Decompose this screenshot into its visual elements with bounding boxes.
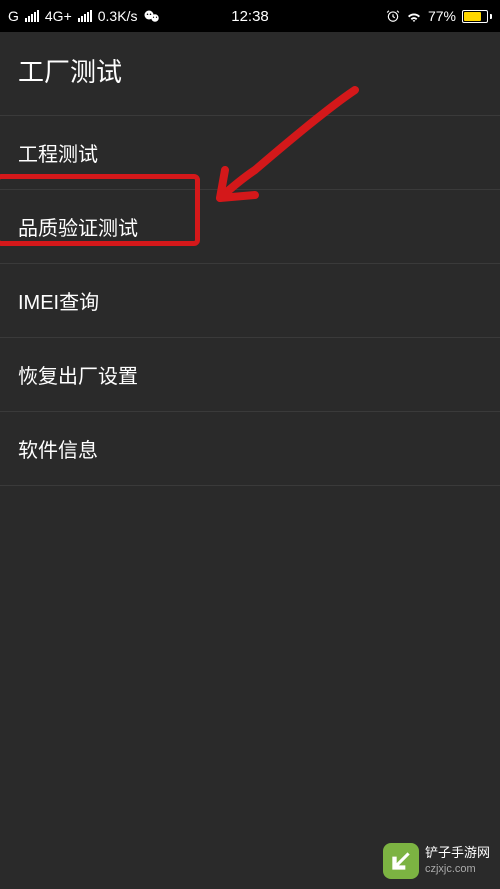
battery-icon: [462, 10, 492, 23]
wifi-icon: [406, 10, 422, 22]
alarm-icon: [386, 9, 400, 23]
menu-item-label: 工程测试: [18, 144, 98, 166]
status-left: G 4G+ 0.3K/s: [8, 8, 161, 24]
menu-item-label: 软件信息: [18, 440, 98, 462]
menu-item-factory-reset[interactable]: 恢复出厂设置: [0, 338, 500, 412]
watermark-title: 铲子手游网: [425, 845, 490, 862]
data-rate-label: 0.3K/s: [98, 8, 138, 24]
menu-item-label: 恢复出厂设置: [18, 366, 138, 388]
menu-item-quality-verification-test[interactable]: 品质验证测试: [0, 190, 500, 264]
watermark-logo-icon: [383, 843, 419, 879]
watermark: 铲子手游网 czjxjc.com: [383, 843, 490, 879]
wechat-icon: [143, 9, 161, 24]
network-speed-label: 4G+: [45, 8, 72, 24]
status-time: 12:38: [231, 8, 269, 25]
menu-item-engineering-test[interactable]: 工程测试: [0, 116, 500, 190]
page-title: 工厂测试: [0, 32, 500, 115]
menu-item-imei-query[interactable]: IMEI查询: [0, 264, 500, 338]
signal-bars-icon: [25, 10, 39, 22]
menu-item-software-info[interactable]: 软件信息: [0, 412, 500, 486]
menu-item-label: IMEI查询: [18, 292, 99, 314]
menu-list: 工程测试 品质验证测试 IMEI查询 恢复出厂设置 软件信息: [0, 115, 500, 486]
network-type-label: G: [8, 8, 19, 24]
battery-percent-label: 77%: [428, 8, 456, 24]
signal-bars-icon-2: [78, 10, 92, 22]
status-right: 77%: [386, 8, 492, 24]
watermark-text: 铲子手游网 czjxjc.com: [425, 845, 490, 876]
menu-item-label: 品质验证测试: [18, 218, 138, 240]
watermark-url: czjxjc.com: [425, 862, 490, 876]
status-bar: G 4G+ 0.3K/s 12:38 77%: [0, 0, 500, 32]
